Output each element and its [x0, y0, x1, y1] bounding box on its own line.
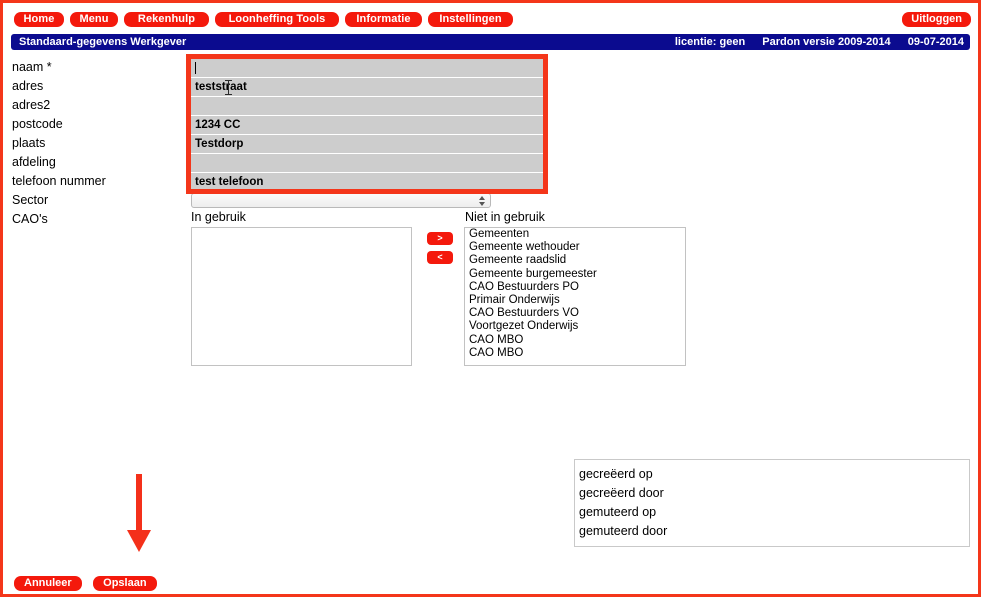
list-item[interactable]: Gemeente burgemeester	[465, 268, 685, 281]
form-action-bar: Annuleer Opslaan	[14, 573, 164, 591]
nav-button-rekenhulp[interactable]: Rekenhulp	[124, 12, 209, 27]
nav-button-home[interactable]: Home	[14, 12, 64, 27]
titlebar-status: licentie: geen Pardon versie 2009-2014 0…	[675, 35, 964, 50]
text-caret	[195, 62, 196, 74]
label-adres2: adres2	[12, 98, 51, 112]
input-adres[interactable]: teststraat	[191, 78, 545, 96]
page-title-bar: Standaard-gegevens Werkgever licentie: g…	[11, 34, 970, 50]
list-item[interactable]: CAO MBO	[465, 334, 685, 347]
sector-select[interactable]	[191, 193, 491, 208]
label-caos: CAO's	[12, 212, 48, 226]
nav-button-loonheffing-tools[interactable]: Loonheffing Tools	[215, 12, 339, 27]
version-status: Pardon versie 2009-2014	[762, 36, 891, 48]
list-item[interactable]: CAO Bestuurders PO	[465, 281, 685, 294]
input-afdeling[interactable]	[191, 154, 545, 172]
nav-button-instellingen[interactable]: Instellingen	[428, 12, 513, 27]
nav-button-informatie[interactable]: Informatie	[345, 12, 422, 27]
label-naam: naam *	[12, 60, 52, 74]
meta-created-by: gecreëerd door	[579, 486, 664, 500]
audit-metadata-box: gecreëerd op gecreëerd door gemuteerd op…	[574, 459, 970, 547]
list-item[interactable]: CAO Bestuurders VO	[465, 307, 685, 320]
nav-button-menu[interactable]: Menu	[70, 12, 118, 27]
remove-from-in-use-button[interactable]: <	[427, 251, 453, 264]
list-item[interactable]: Gemeente raadslid	[465, 254, 685, 267]
label-adres: adres	[12, 79, 44, 93]
label-plaats: plaats	[12, 136, 46, 150]
input-telefoon-nummer[interactable]: test telefoon	[191, 173, 545, 191]
input-postcode[interactable]: 1234 CC	[191, 116, 545, 134]
label-postcode: postcode	[12, 117, 63, 131]
label-sector: Sector	[12, 193, 49, 207]
list-item[interactable]: Voortgezet Onderwijs	[465, 320, 685, 333]
not-in-use-header: Niet in gebruik	[465, 210, 545, 224]
current-date: 09-07-2014	[907, 36, 964, 48]
app-window: Home Menu Rekenhulp Loonheffing Tools In…	[0, 0, 981, 597]
license-status: licentie: geen	[674, 36, 746, 48]
input-adres2[interactable]	[191, 97, 545, 115]
input-naam[interactable]	[191, 59, 545, 77]
label-telefoon-nummer: telefoon nummer	[12, 174, 106, 188]
down-arrow-annotation-icon	[127, 474, 151, 552]
list-item[interactable]: Primair Onderwijs	[465, 294, 685, 307]
list-item[interactable]: Gemeenten	[465, 228, 685, 241]
form-label-column: naam * adres adres2 postcode plaats afde…	[12, 58, 182, 229]
add-to-in-use-button[interactable]: >	[427, 232, 453, 245]
in-use-header: In gebruik	[191, 210, 246, 224]
list-item[interactable]: Gemeente wethouder	[465, 241, 685, 254]
save-button[interactable]: Opslaan	[93, 576, 157, 591]
chevron-updown-icon	[479, 195, 486, 207]
list-item[interactable]: CAO MBO	[465, 347, 685, 360]
meta-created-on: gecreëerd op	[579, 467, 653, 481]
input-plaats[interactable]: Testdorp	[191, 135, 545, 153]
page-title: Standaard-gegevens Werkgever	[19, 36, 187, 48]
logout-button[interactable]: Uitloggen	[902, 12, 971, 27]
transfer-button-group: > <	[427, 232, 453, 270]
meta-modified-on: gemuteerd op	[579, 505, 657, 519]
top-navigation-bar: Home Menu Rekenhulp Loonheffing Tools In…	[3, 3, 978, 30]
meta-modified-by: gemuteerd door	[579, 524, 668, 538]
form-input-column: teststraat 1234 CC Testdorp test telefoo…	[191, 59, 545, 192]
in-use-listbox[interactable]	[191, 227, 412, 366]
not-in-use-listbox[interactable]: Gemeenten Gemeente wethouder Gemeente ra…	[464, 227, 686, 366]
label-afdeling: afdeling	[12, 155, 56, 169]
cancel-button[interactable]: Annuleer	[14, 576, 82, 591]
